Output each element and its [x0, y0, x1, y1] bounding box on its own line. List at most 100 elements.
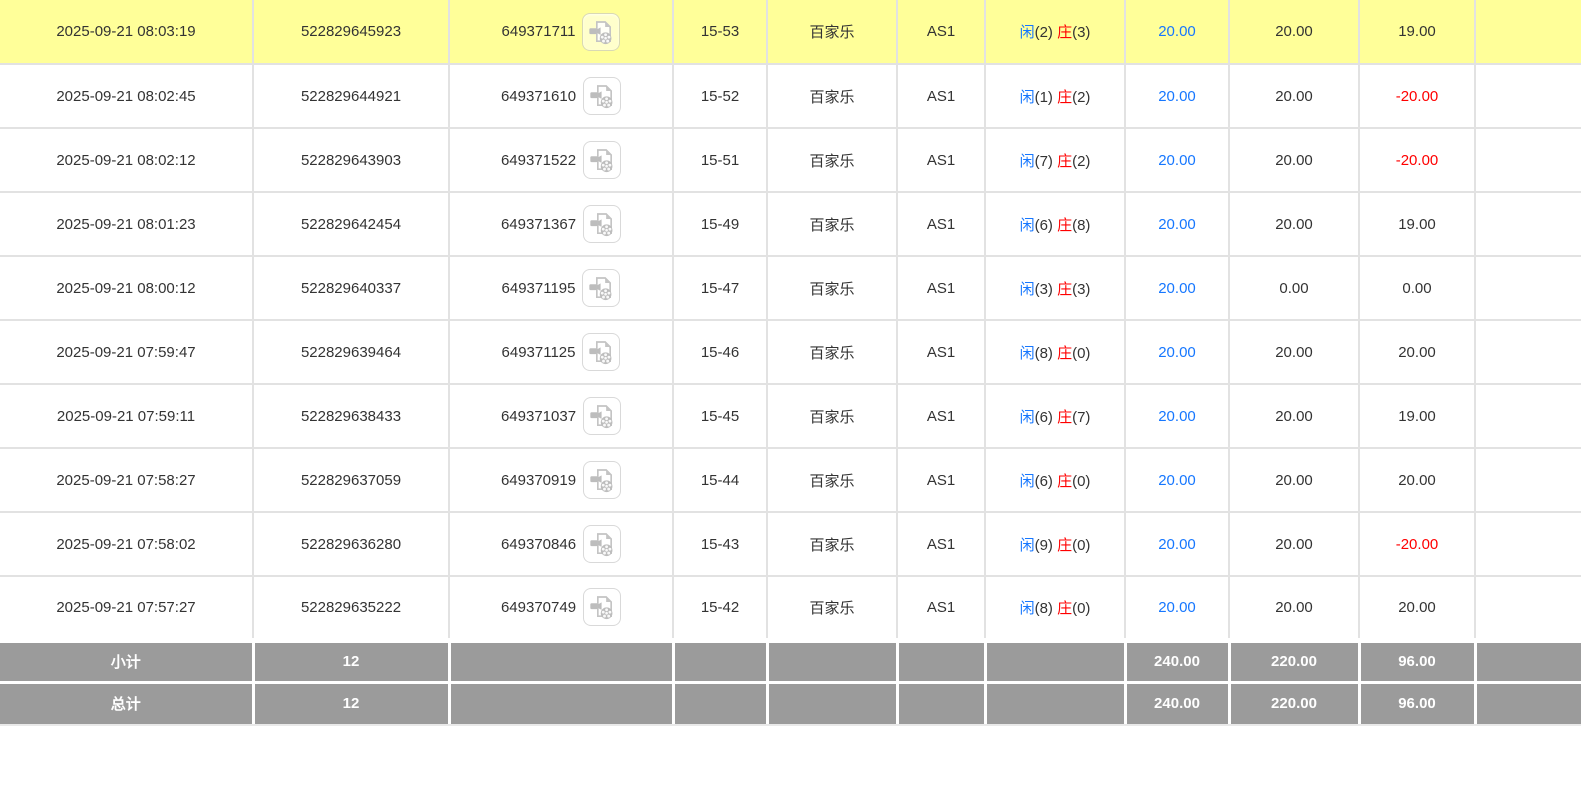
player-label: 闲: [1020, 281, 1035, 298]
round-id-cell: 649371125: [449, 320, 673, 384]
summary-empty-cell: [767, 682, 897, 724]
video-replay-button[interactable]: [583, 525, 621, 563]
bet-id-cell: 522829636280: [253, 512, 449, 576]
summary-empty-cell: [673, 640, 767, 682]
table-name-cell: AS1: [897, 256, 985, 320]
round-id-cell: 649370919: [449, 448, 673, 512]
extra-cell: [1475, 576, 1581, 640]
video-replay-button[interactable]: [583, 77, 621, 115]
valid-amount-cell: 20.00: [1229, 192, 1359, 256]
bet-time-cell: 2025-09-21 07:59:47: [0, 320, 253, 384]
win-loss-value: -20.00: [1396, 88, 1439, 105]
valid-amount-cell: 20.00: [1229, 0, 1359, 64]
shoe-round-cell: 15-43: [673, 512, 767, 576]
game-name-cell: 百家乐: [767, 128, 897, 192]
round-id-text: 649370919: [501, 472, 576, 489]
win-loss-value: 0.00: [1402, 280, 1431, 297]
bet-amount-value: 20.00: [1158, 88, 1196, 105]
banker-label: 庄: [1057, 600, 1072, 617]
summary-label-cell: 小计: [0, 640, 253, 682]
bet-amount-value: 20.00: [1158, 472, 1196, 489]
extra-cell: [1475, 64, 1581, 128]
round-id-wrap: 649371367: [451, 205, 671, 243]
shoe-round-cell: 15-52: [673, 64, 767, 128]
video-replay-button[interactable]: [583, 141, 621, 179]
summary-empty-cell: [1475, 682, 1581, 724]
table-row[interactable]: 2025-09-21 07:59:11522829638433649371037…: [0, 384, 1581, 448]
win-loss-value: 19.00: [1398, 216, 1436, 233]
round-id-wrap: 649370919: [451, 461, 671, 499]
video-replay-icon: [586, 273, 616, 303]
video-replay-button[interactable]: [583, 461, 621, 499]
summary-count-cell: 12: [253, 640, 449, 682]
win-loss-cell: -20.00: [1359, 128, 1475, 192]
bet-amount-cell: 20.00: [1125, 512, 1229, 576]
result-cell: 闲(2) 庄(3): [985, 0, 1125, 64]
summary-empty-cell: [985, 640, 1125, 682]
bet-id-cell: 522829645923: [253, 0, 449, 64]
extra-cell: [1475, 128, 1581, 192]
valid-amount-cell: 0.00: [1229, 256, 1359, 320]
bet-amount-cell: 20.00: [1125, 320, 1229, 384]
records-body: 2025-09-21 08:03:19522829645923649371711…: [0, 0, 1581, 640]
round-id-cell: 649371037: [449, 384, 673, 448]
bet-amount-cell: 20.00: [1125, 256, 1229, 320]
summary-win-loss-cell: 96.00: [1359, 640, 1475, 682]
video-replay-button[interactable]: [582, 269, 620, 307]
bet-id-cell: 522829635222: [253, 576, 449, 640]
table-row[interactable]: 2025-09-21 08:02:12522829643903649371522…: [0, 128, 1581, 192]
round-id-text: 649370846: [501, 536, 576, 553]
table-row[interactable]: 2025-09-21 07:58:27522829637059649370919…: [0, 448, 1581, 512]
player-label: 闲: [1020, 409, 1035, 426]
table-row[interactable]: 2025-09-21 07:59:47522829639464649371125…: [0, 320, 1581, 384]
shoe-round-cell: 15-42: [673, 576, 767, 640]
summary-valid-amount-cell: 220.00: [1229, 682, 1359, 724]
bet-id-cell: 522829642454: [253, 192, 449, 256]
extra-cell: [1475, 320, 1581, 384]
win-loss-cell: 19.00: [1359, 0, 1475, 64]
video-replay-button[interactable]: [582, 333, 620, 371]
round-id-cell: 649371195: [449, 256, 673, 320]
shoe-round-cell: 15-44: [673, 448, 767, 512]
shoe-round-cell: 15-53: [673, 0, 767, 64]
result-cell: 闲(8) 庄(0): [985, 576, 1125, 640]
bet-time-cell: 2025-09-21 07:58:02: [0, 512, 253, 576]
win-loss-value: 20.00: [1398, 472, 1436, 489]
valid-amount-cell: 20.00: [1229, 64, 1359, 128]
table-row[interactable]: 2025-09-21 08:02:45522829644921649371610…: [0, 64, 1581, 128]
result-cell: 闲(3) 庄(3): [985, 256, 1125, 320]
extra-cell: [1475, 256, 1581, 320]
bet-id-cell: 522829644921: [253, 64, 449, 128]
valid-amount-cell: 20.00: [1229, 384, 1359, 448]
win-loss-value: 20.00: [1398, 599, 1436, 616]
video-replay-button[interactable]: [583, 205, 621, 243]
table-row[interactable]: 2025-09-21 08:03:19522829645923649371711…: [0, 0, 1581, 64]
win-loss-cell: 20.00: [1359, 448, 1475, 512]
extra-cell: [1475, 192, 1581, 256]
video-replay-button[interactable]: [582, 13, 620, 51]
game-name-cell: 百家乐: [767, 64, 897, 128]
bet-amount-value: 20.00: [1158, 344, 1196, 361]
round-id-wrap: 649371195: [451, 269, 671, 307]
shoe-round-cell: 15-51: [673, 128, 767, 192]
game-name-cell: 百家乐: [767, 192, 897, 256]
bet-time-cell: 2025-09-21 08:02:12: [0, 128, 253, 192]
table-row[interactable]: 2025-09-21 07:57:27522829635222649370749…: [0, 576, 1581, 640]
bet-time-cell: 2025-09-21 07:59:11: [0, 384, 253, 448]
banker-label: 庄: [1057, 473, 1072, 490]
table-row[interactable]: 2025-09-21 08:00:12522829640337649371195…: [0, 256, 1581, 320]
win-loss-cell: -20.00: [1359, 512, 1475, 576]
bet-amount-cell: 20.00: [1125, 576, 1229, 640]
table-name-cell: AS1: [897, 192, 985, 256]
video-replay-button[interactable]: [583, 588, 621, 626]
bet-amount-cell: 20.00: [1125, 0, 1229, 64]
win-loss-value: 19.00: [1398, 408, 1436, 425]
video-replay-button[interactable]: [583, 397, 621, 435]
table-row[interactable]: 2025-09-21 08:01:23522829642454649371367…: [0, 192, 1581, 256]
table-row[interactable]: 2025-09-21 07:58:02522829636280 649370846…: [0, 512, 1581, 576]
subtotal-row: 小计12240.00220.0096.00: [0, 640, 1581, 682]
shoe-round-cell: 15-49: [673, 192, 767, 256]
game-name-cell: 百家乐: [767, 384, 897, 448]
result-cell: 闲(8) 庄(0): [985, 320, 1125, 384]
table-name-cell: AS1: [897, 576, 985, 640]
